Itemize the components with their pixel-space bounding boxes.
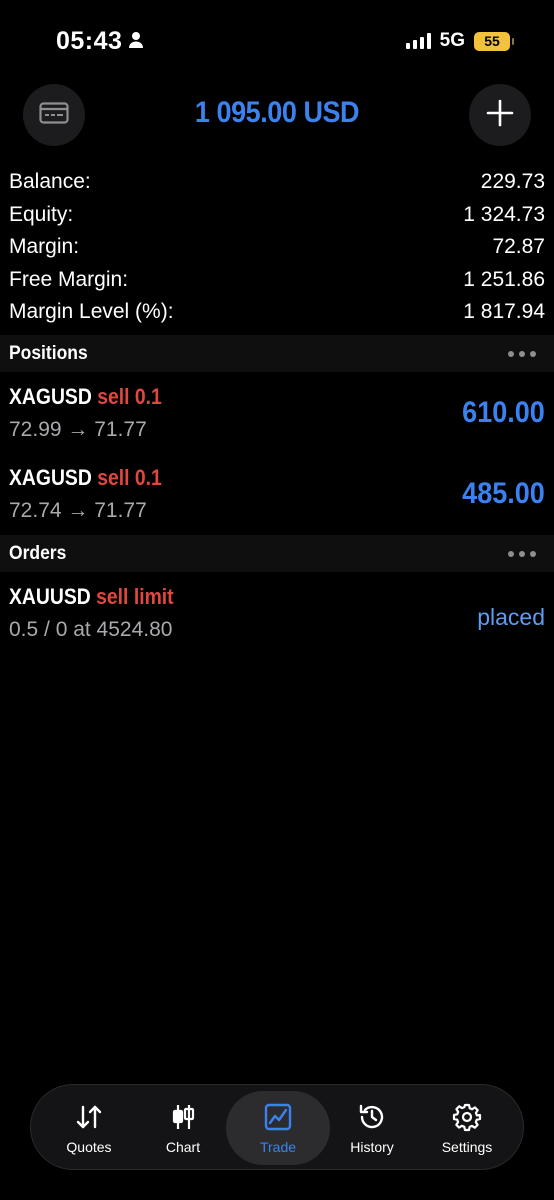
status-bar: 05:43 5G 55	[0, 0, 554, 80]
orders-title: Orders	[9, 542, 67, 564]
battery-icon: 55	[474, 31, 514, 51]
network-label: 5G	[439, 30, 465, 51]
order-side: sell limit	[96, 584, 174, 609]
order-symbol: XAUUSD	[9, 584, 91, 609]
battery-level: 55	[484, 33, 500, 49]
account-profit-title: 1 095.00 USD	[194, 96, 360, 129]
more-icon[interactable]	[508, 550, 536, 557]
position-side: sell 0.1	[97, 384, 162, 409]
equity-row: Equity: 1 324.73	[0, 199, 554, 232]
summary-label: Free Margin:	[9, 267, 129, 291]
trade-screen: 05:43 5G 55 1 095.00 USD Balance: 229.73…	[0, 0, 554, 1200]
orders-section-header: Orders	[0, 535, 554, 572]
history-clock-icon	[357, 1102, 387, 1135]
position-profit: 610.00	[462, 396, 545, 429]
order-title: XAUUSD sell limit	[9, 584, 174, 610]
tab-bar: Quotes Chart Trade History Settings	[30, 1084, 524, 1170]
summary-value: 1 817.94	[463, 300, 545, 324]
tab-chart[interactable]: Chart	[135, 1091, 231, 1165]
account-summary: Balance: 229.73 Equity: 1 324.73 Margin:…	[0, 166, 554, 329]
balance-row: Balance: 229.73	[0, 166, 554, 199]
new-order-button[interactable]	[469, 84, 531, 146]
signal-icon	[405, 33, 431, 49]
tab-label: Quotes	[66, 1138, 112, 1155]
summary-label: Equity:	[9, 202, 74, 226]
status-time: 05:43	[56, 27, 144, 56]
more-icon[interactable]	[508, 350, 536, 357]
position-side: sell 0.1	[97, 465, 162, 490]
summary-value: 229.73	[480, 170, 545, 194]
tab-label: Chart	[165, 1138, 201, 1155]
tab-settings[interactable]: Settings	[419, 1091, 515, 1165]
summary-value: 1 324.73	[463, 202, 545, 226]
summary-label: Margin Level (%):	[9, 300, 174, 324]
position-prices: 72.74 → 71.77	[9, 499, 147, 522]
position-title: XAGUSD sell 0.1	[9, 384, 162, 410]
position-row[interactable]: XAGUSD sell 0.1 72.99 → 71.77 610.00	[0, 374, 554, 454]
tab-label: History	[350, 1138, 394, 1155]
plus-icon	[486, 99, 514, 132]
positions-section-header: Positions	[0, 335, 554, 372]
tab-quotes[interactable]: Quotes	[41, 1091, 137, 1165]
tab-history[interactable]: History	[324, 1091, 420, 1165]
summary-label: Balance:	[9, 170, 91, 194]
summary-value: 1 251.86	[463, 267, 545, 291]
order-details: 0.5 / 0 at 4524.80	[9, 618, 173, 641]
status-right: 5G 55	[405, 30, 514, 52]
margin-row: Margin: 72.87	[0, 231, 554, 264]
summary-label: Margin:	[9, 235, 80, 259]
time-label: 05:43	[56, 27, 123, 55]
candlestick-icon	[168, 1102, 198, 1135]
quotes-arrows-icon	[74, 1102, 104, 1135]
position-row[interactable]: XAGUSD sell 0.1 72.74 → 71.77 485.00	[0, 455, 554, 535]
position-prices: 72.99 → 71.77	[9, 418, 147, 441]
order-state: placed	[477, 604, 545, 630]
order-row[interactable]: XAUUSD sell limit 0.5 / 0 at 4524.80 pla…	[0, 574, 554, 654]
position-title: XAGUSD sell 0.1	[9, 465, 162, 491]
tab-trade[interactable]: Trade	[226, 1091, 330, 1165]
summary-value: 72.87	[492, 235, 545, 259]
position-symbol: XAGUSD	[9, 465, 92, 490]
free-margin-row: Free Margin: 1 251.86	[0, 264, 554, 297]
trade-chart-icon	[263, 1102, 293, 1135]
tab-label: Settings	[441, 1138, 493, 1155]
position-symbol: XAGUSD	[9, 384, 92, 409]
position-profit: 485.00	[462, 477, 545, 510]
margin-level-row: Margin Level (%): 1 817.94	[0, 296, 554, 329]
tab-label: Trade	[259, 1138, 297, 1155]
positions-title: Positions	[9, 342, 88, 364]
person-icon	[128, 27, 144, 56]
gear-icon	[452, 1102, 482, 1135]
